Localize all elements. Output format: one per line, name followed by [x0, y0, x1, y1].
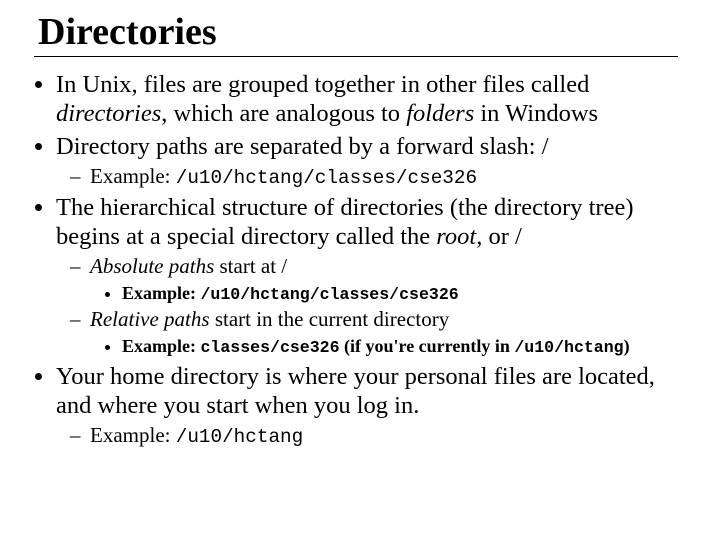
- example-path: /u10/hctang: [176, 426, 303, 448]
- italic-absolute-paths: Absolute paths: [90, 254, 214, 278]
- italic-root: root: [436, 223, 476, 250]
- text: The hierarchical structure of directorie…: [56, 194, 634, 250]
- example-path: /u10/hctang/classes/cse326: [176, 167, 477, 189]
- text: In Unix, files are grouped together in o…: [56, 71, 589, 98]
- bullet-4: Your home directory is where your person…: [56, 363, 692, 449]
- bullet-2: Directory paths are separated by a forwa…: [56, 133, 692, 190]
- italic-folders: folders: [406, 100, 474, 127]
- tail-path: /u10/hctang: [514, 338, 623, 357]
- bullet-3a-example: Example: /u10/hctang/classes/cse326: [122, 282, 692, 306]
- example-label: Example:: [122, 336, 201, 356]
- italic-relative-paths: Relative paths: [90, 307, 210, 331]
- example-label: Example:: [90, 164, 176, 188]
- title-rule: [34, 56, 678, 57]
- tail-pre: (if you're currently in: [340, 336, 515, 356]
- text: start in the current directory: [210, 307, 450, 331]
- slide: Directories In Unix, files are grouped t…: [0, 0, 720, 540]
- text: , or /: [476, 223, 522, 250]
- text: Your home directory is where your person…: [56, 363, 655, 419]
- bullet-3b: Relative paths start in the current dire…: [90, 307, 692, 358]
- text: start at /: [214, 254, 287, 278]
- example-label: Example:: [90, 423, 176, 447]
- bullet-4-example: Example: /u10/hctang: [90, 423, 692, 450]
- bullet-3a: Absolute paths start at / Example: /u10/…: [90, 254, 692, 305]
- example-label: Example:: [122, 283, 201, 303]
- slide-title: Directories: [38, 10, 692, 54]
- italic-directories: directories: [56, 100, 161, 127]
- tail-post: ): [624, 336, 630, 356]
- example-path: /u10/hctang/classes/cse326: [201, 285, 459, 304]
- bullet-3b-example: Example: classes/cse326 (if you're curre…: [122, 335, 692, 359]
- text: in Windows: [474, 100, 598, 127]
- text: Directory paths are separated by a forwa…: [56, 133, 549, 160]
- bullet-1: In Unix, files are grouped together in o…: [56, 71, 692, 129]
- text: , which are analogous to: [161, 100, 406, 127]
- bullet-3: The hierarchical structure of directorie…: [56, 194, 692, 358]
- example-path: classes/cse326: [201, 338, 340, 357]
- bullet-2-example: Example: /u10/hctang/classes/cse326: [90, 164, 692, 191]
- bullet-list: In Unix, files are grouped together in o…: [28, 71, 692, 449]
